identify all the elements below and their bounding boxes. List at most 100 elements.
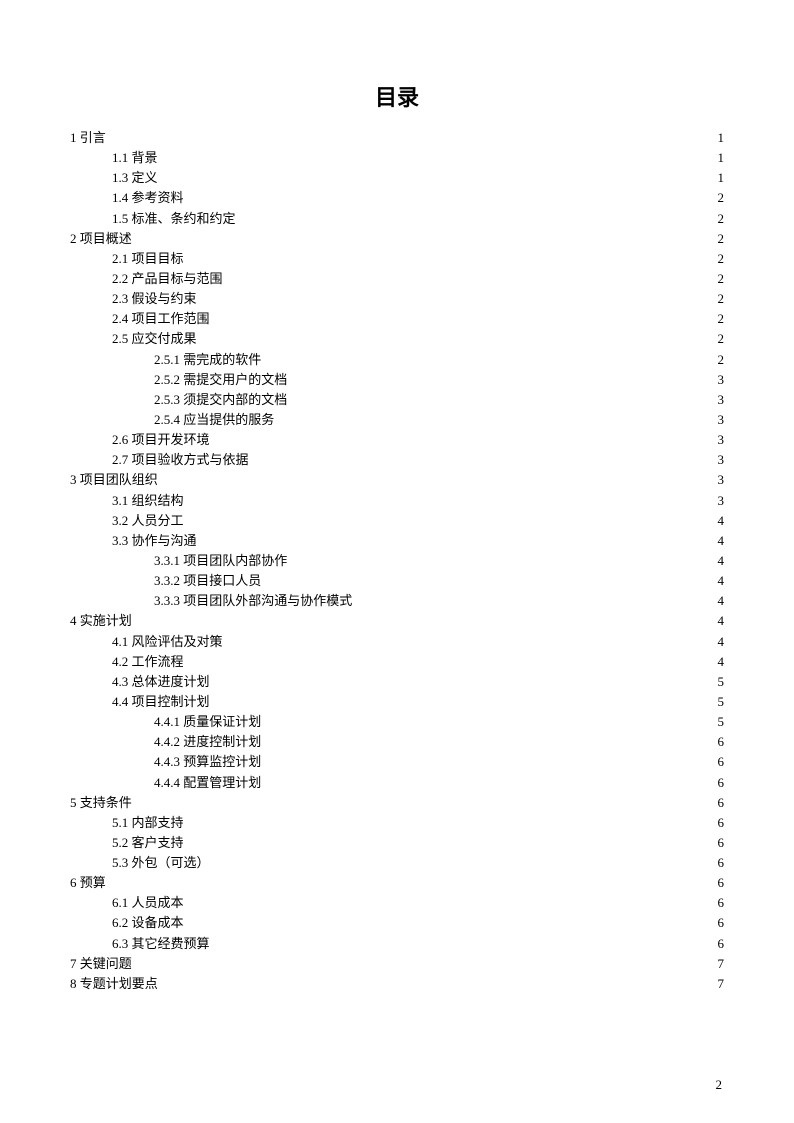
toc-entry: 2.5 应交付成果2 [70, 329, 724, 349]
toc-entry-page: 4 [712, 611, 724, 631]
toc-entry-page: 6 [712, 732, 724, 752]
toc-entry: 6.1 人员成本 6 [70, 893, 724, 913]
toc-entry: 2.5.2 需提交用户的文档3 [70, 370, 724, 390]
toc-entry-label: 8 专题计划要点 [70, 974, 158, 994]
toc-entry-label: 2.2 产品目标与范围 [112, 269, 223, 289]
toc-entry: 5.2 客户支持 6 [70, 833, 724, 853]
toc-entry-label: 2.4 项目工作范围 [112, 309, 210, 329]
toc-entry-label: 3.3.3 项目团队外部沟通与协作模式 [154, 591, 352, 611]
toc-entry-page: 1 [712, 128, 724, 148]
toc-entry: 1.4 参考资料 2 [70, 188, 724, 208]
toc-entry-label: 4.4.1 质量保证计划 [154, 712, 261, 732]
toc-entry-page: 1 [712, 148, 724, 168]
toc-entry-label: 2.5.4 应当提供的服务 [154, 410, 274, 430]
toc-title: 目录 [70, 80, 724, 112]
toc-entry-label: 3.2 人员分工 [112, 511, 184, 531]
toc-entry-page: 7 [712, 954, 724, 974]
toc-entry: 2.1 项目目标 2 [70, 249, 724, 269]
toc-entry-label: 5.3 外包（可选） [112, 853, 210, 873]
toc-entry-page: 2 [712, 269, 724, 289]
toc-entry: 2.5.4 应当提供的服务 3 [70, 410, 724, 430]
toc-entry: 4.4.4 配置管理计划6 [70, 773, 724, 793]
toc-entry: 4.2 工作流程4 [70, 652, 724, 672]
toc-entry-page: 2 [712, 209, 724, 229]
toc-entry: 3.3 协作与沟通 4 [70, 531, 724, 551]
toc-entry: 3.3.1 项目团队内部协作4 [70, 551, 724, 571]
toc-entry-page: 6 [712, 893, 724, 913]
toc-entry: 6 预算 6 [70, 873, 724, 893]
toc-entry-label: 6.1 人员成本 [112, 893, 184, 913]
toc-entry: 2.4 项目工作范围 2 [70, 309, 724, 329]
toc-entry-label: 1.4 参考资料 [112, 188, 184, 208]
toc-entry-label: 2.5.2 需提交用户的文档 [154, 370, 287, 390]
toc-entry-label: 5 支持条件 [70, 793, 132, 813]
toc-entry-page: 5 [712, 712, 724, 732]
toc-entry-label: 2.1 项目目标 [112, 249, 184, 269]
toc-entry-label: 3.3 协作与沟通 [112, 531, 197, 551]
toc-body: 1 引言11.1 背景11.3 定义11.4 参考资料21.5 标准、条约和约定… [70, 128, 724, 994]
toc-entry-label: 1.3 定义 [112, 168, 158, 188]
toc-entry-page: 4 [712, 531, 724, 551]
page-number: 2 [716, 1077, 723, 1093]
toc-entry-page: 3 [712, 430, 724, 450]
toc-entry-page: 4 [712, 632, 724, 652]
toc-entry-label: 4.3 总体进度计划 [112, 672, 210, 692]
toc-entry: 2.7 项目验收方式与依据3 [70, 450, 724, 470]
toc-entry-page: 6 [712, 873, 724, 893]
toc-entry: 3.2 人员分工 4 [70, 511, 724, 531]
toc-entry: 4.1 风险评估及对策 4 [70, 632, 724, 652]
toc-entry: 2.6 项目开发环境 3 [70, 430, 724, 450]
toc-entry-label: 7 关键问题 [70, 954, 132, 974]
toc-entry: 1.3 定义1 [70, 168, 724, 188]
toc-entry: 8 专题计划要点 7 [70, 974, 724, 994]
toc-entry-label: 4.4 项目控制计划 [112, 692, 210, 712]
toc-entry-page: 4 [712, 652, 724, 672]
toc-entry-label: 1.5 标准、条约和约定 [112, 209, 236, 229]
toc-entry: 3.3.2 项目接口人员4 [70, 571, 724, 591]
toc-entry-page: 6 [712, 913, 724, 933]
toc-entry-page: 3 [712, 450, 724, 470]
toc-entry-page: 7 [712, 974, 724, 994]
toc-entry: 5.3 外包（可选） 6 [70, 853, 724, 873]
toc-entry-label: 4 实施计划 [70, 611, 132, 631]
toc-entry-label: 3.1 组织结构 [112, 491, 184, 511]
toc-entry: 4.4.3 预算监控计划 6 [70, 752, 724, 772]
toc-entry-page: 6 [712, 813, 724, 833]
toc-entry-page: 2 [712, 350, 724, 370]
toc-entry: 2.5.3 须提交内部的文档3 [70, 390, 724, 410]
toc-entry: 2.5.1 需完成的软件 2 [70, 350, 724, 370]
toc-entry-page: 4 [712, 511, 724, 531]
toc-entry-page: 3 [712, 410, 724, 430]
toc-entry-label: 4.1 风险评估及对策 [112, 632, 223, 652]
toc-entry: 3.1 组织结构3 [70, 491, 724, 511]
toc-entry-page: 6 [712, 833, 724, 853]
toc-entry-label: 6.2 设备成本 [112, 913, 184, 933]
toc-entry: 4.4 项目控制计划 5 [70, 692, 724, 712]
toc-entry-page: 6 [712, 853, 724, 873]
toc-entry-page: 2 [712, 249, 724, 269]
toc-entry-label: 2.5.1 需完成的软件 [154, 350, 261, 370]
toc-entry-label: 2.5 应交付成果 [112, 329, 197, 349]
toc-entry: 1.5 标准、条约和约定 2 [70, 209, 724, 229]
toc-entry-page: 6 [712, 934, 724, 954]
toc-entry-label: 4.4.3 预算监控计划 [154, 752, 261, 772]
toc-entry-label: 2.6 项目开发环境 [112, 430, 210, 450]
toc-entry: 6.3 其它经费预算6 [70, 934, 724, 954]
toc-entry-page: 2 [712, 309, 724, 329]
toc-entry-label: 6 预算 [70, 873, 106, 893]
toc-entry: 7 关键问题 7 [70, 954, 724, 974]
toc-entry-label: 1.1 背景 [112, 148, 158, 168]
toc-entry-page: 5 [712, 692, 724, 712]
toc-entry: 6.2 设备成本 6 [70, 913, 724, 933]
toc-entry-label: 5.2 客户支持 [112, 833, 184, 853]
toc-entry-page: 2 [712, 289, 724, 309]
toc-entry-page: 4 [712, 551, 724, 571]
toc-entry-label: 4.4.4 配置管理计划 [154, 773, 261, 793]
toc-entry: 4.3 总体进度计划5 [70, 672, 724, 692]
toc-entry: 3.3.3 项目团队外部沟通与协作模式4 [70, 591, 724, 611]
toc-entry-page: 2 [712, 188, 724, 208]
toc-entry: 2 项目概述2 [70, 229, 724, 249]
toc-entry-page: 6 [712, 793, 724, 813]
toc-entry-page: 6 [712, 752, 724, 772]
toc-entry: 1 引言1 [70, 128, 724, 148]
